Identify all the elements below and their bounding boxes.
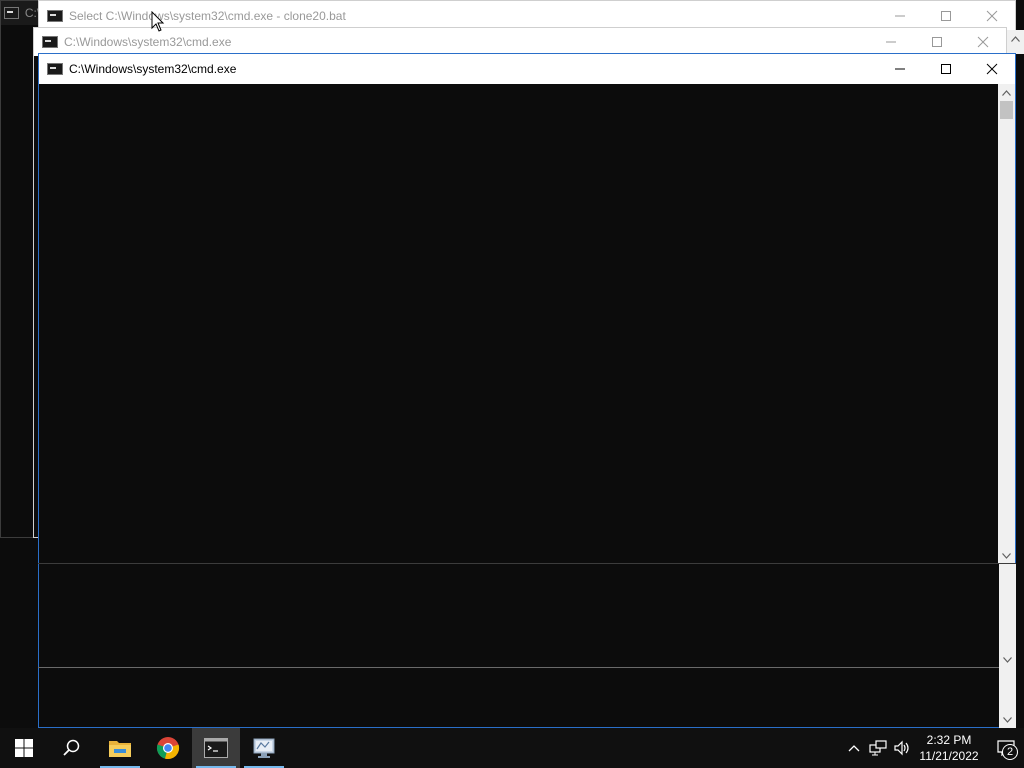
taskbar-cmd[interactable] [192,728,240,768]
taskbar-clock[interactable]: 2:32 PM 11/21/2022 [914,732,984,764]
cmd-icon [47,10,63,22]
chevron-up-icon [848,745,860,752]
maximize-button[interactable] [914,28,960,56]
cmd-icon [204,738,228,758]
scroll-thumb[interactable] [1000,101,1013,119]
chrome-icon [156,737,180,760]
file-explorer-icon [109,741,131,757]
titlebar-front[interactable]: C:\Windows\system32\cmd.exe [39,54,1015,84]
cmd-window-lower-2[interactable] [38,668,1016,728]
scroll-up-icon[interactable] [998,84,1015,101]
start-button[interactable] [0,728,48,768]
window-title: C:\ [24,6,39,20]
notification-count: 2 [1002,744,1018,760]
minimize-button[interactable] [877,54,923,84]
scroll-up-icon[interactable] [1007,30,1024,47]
window-controls [868,28,1006,56]
scroll-down-icon[interactable] [998,547,1015,564]
tray-volume[interactable] [890,728,914,768]
close-button[interactable] [960,28,1006,56]
scrollbar-lower-1[interactable] [999,564,1016,668]
network-app-icon [253,738,275,758]
scrollbar-lower-2[interactable] [999,668,1016,728]
close-button[interactable] [969,54,1015,84]
cmd-window-lower-1[interactable] [38,563,1016,668]
tray-chevron[interactable] [842,728,866,768]
minimize-button[interactable] [868,28,914,56]
scroll-down-icon[interactable] [999,651,1016,668]
network-icon [869,740,887,756]
scroll-down-icon[interactable] [999,711,1016,728]
titlebar-back[interactable]: C:\ [1,1,39,25]
start-icon [15,739,33,757]
window-controls [877,54,1015,84]
titlebar-middle[interactable]: C:\Windows\system32\cmd.exe [34,28,1006,56]
taskbar-file-explorer[interactable] [96,728,144,768]
search-button[interactable] [48,728,96,768]
system-tray: 2:32 PM 11/21/2022 2 [842,728,1024,768]
window-title: C:\Windows\system32\cmd.exe [64,35,232,49]
scrollbar-select[interactable] [1007,30,1024,54]
mouse-cursor-icon [151,11,165,32]
taskbar-network-app[interactable] [240,728,288,768]
search-icon [63,739,80,756]
cmd-icon [42,36,58,48]
maximize-button[interactable] [923,54,969,84]
clock-time: 2:32 PM [926,733,972,747]
volume-icon [894,740,909,756]
action-center-button[interactable]: 2 [988,728,1024,768]
taskbar: 2:32 PM 11/21/2022 2 [0,728,1024,768]
desktop: C:\ Select C:\Windows\system32\cmd.exe -… [0,0,1024,728]
cmd-icon [47,63,63,75]
clock-date: 11/21/2022 [919,749,979,763]
tray-network[interactable] [866,728,890,768]
window-title: C:\Windows\system32\cmd.exe [69,62,237,76]
taskbar-chrome[interactable] [144,728,192,768]
scrollbar-front[interactable] [998,84,1015,564]
window-title: Select C:\Windows\system32\cmd.exe - clo… [69,9,346,23]
cmd-icon [4,7,19,19]
